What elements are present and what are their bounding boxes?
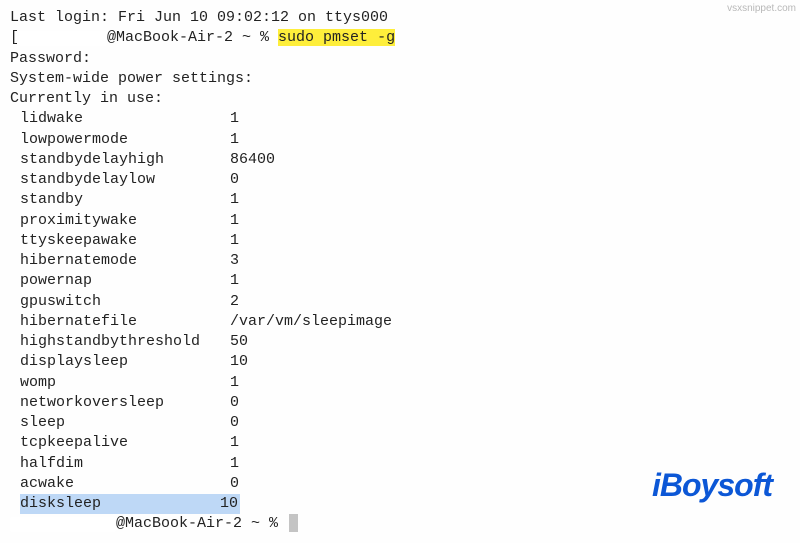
watermark-logo: iBoysoft	[652, 464, 772, 507]
setting-row: tcpkeepalive1	[10, 433, 790, 453]
setting-row: highstandbythreshold50	[10, 332, 790, 352]
prompt-host-2: @MacBook-Air-2 ~ %	[116, 515, 287, 532]
setting-value: 1	[230, 454, 239, 474]
setting-row: standbydelayhigh86400	[10, 150, 790, 170]
setting-value: 1	[230, 373, 239, 393]
setting-value: 1	[230, 109, 239, 129]
setting-row: proximitywake1	[10, 211, 790, 231]
command-highlight: sudo pmset -g	[278, 29, 395, 46]
setting-row-highlighted: disksleep10	[20, 494, 240, 514]
prompt-line-2[interactable]: @MacBook-Air-2 ~ %	[10, 514, 790, 534]
setting-key: halfdim	[20, 454, 230, 474]
setting-key: acwake	[20, 474, 230, 494]
setting-row: displaysleep10	[10, 352, 790, 372]
setting-value: 0	[230, 474, 239, 494]
setting-value: 1	[230, 190, 239, 210]
setting-key: womp	[20, 373, 230, 393]
source-tag: vsxsnippet.com	[727, 2, 796, 16]
setting-value: 0	[230, 393, 239, 413]
setting-row: lowpowermode1	[10, 130, 790, 150]
setting-row: sleep0	[10, 413, 790, 433]
setting-key: sleep	[20, 413, 230, 433]
setting-value: 3	[230, 251, 239, 271]
setting-key: networkoversleep	[20, 393, 230, 413]
setting-key: hibernatefile	[20, 312, 230, 332]
redacted-user-1	[19, 31, 107, 46]
setting-row: standbydelaylow0	[10, 170, 790, 190]
setting-value: 50	[230, 332, 248, 352]
redacted-user-2	[10, 517, 116, 532]
setting-value: /var/vm/sleepimage	[230, 312, 392, 332]
setting-key: gpuswitch	[20, 292, 230, 312]
setting-row: womp1	[10, 373, 790, 393]
setting-key: ttyskeepawake	[20, 231, 230, 251]
setting-row: gpuswitch2	[10, 292, 790, 312]
setting-key: powernap	[20, 271, 230, 291]
password-line[interactable]: Password:	[10, 49, 790, 69]
setting-value: 0	[230, 170, 239, 190]
settings-header: System-wide power settings:	[10, 69, 790, 89]
cursor-icon	[289, 514, 298, 532]
setting-value: 2	[230, 292, 239, 312]
setting-key: proximitywake	[20, 211, 230, 231]
setting-key: standby	[20, 190, 230, 210]
setting-row: networkoversleep0	[10, 393, 790, 413]
setting-value: 1	[230, 271, 239, 291]
setting-row: standby1	[10, 190, 790, 210]
setting-key: lidwake	[20, 109, 230, 129]
setting-row: hibernatemode3	[10, 251, 790, 271]
prompt-host-1: @MacBook-Air-2 ~ %	[107, 29, 278, 46]
setting-value: 1	[230, 130, 239, 150]
setting-key: standbydelayhigh	[20, 150, 230, 170]
setting-key: hibernatemode	[20, 251, 230, 271]
setting-row: hibernatefile/var/vm/sleepimage	[10, 312, 790, 332]
setting-key: standbydelaylow	[20, 170, 230, 190]
setting-value: 10	[230, 352, 248, 372]
setting-key: tcpkeepalive	[20, 433, 230, 453]
setting-key: disksleep	[20, 494, 220, 514]
setting-row: powernap1	[10, 271, 790, 291]
last-login-line: Last login: Fri Jun 10 09:02:12 on ttys0…	[10, 8, 790, 28]
setting-value: 10	[220, 494, 238, 514]
setting-value: 86400	[230, 150, 275, 170]
prompt-line-1[interactable]: [@MacBook-Air-2 ~ % sudo pmset -g	[10, 28, 790, 48]
watermark-text: iBoysoft	[652, 467, 772, 503]
setting-row: lidwake1	[10, 109, 790, 129]
setting-value: 1	[230, 433, 239, 453]
setting-value: 0	[230, 413, 239, 433]
setting-key: highstandbythreshold	[20, 332, 230, 352]
setting-key: lowpowermode	[20, 130, 230, 150]
setting-row: ttyskeepawake1	[10, 231, 790, 251]
setting-value: 1	[230, 211, 239, 231]
setting-value: 1	[230, 231, 239, 251]
settings-subheader: Currently in use:	[10, 89, 790, 109]
setting-key: displaysleep	[20, 352, 230, 372]
